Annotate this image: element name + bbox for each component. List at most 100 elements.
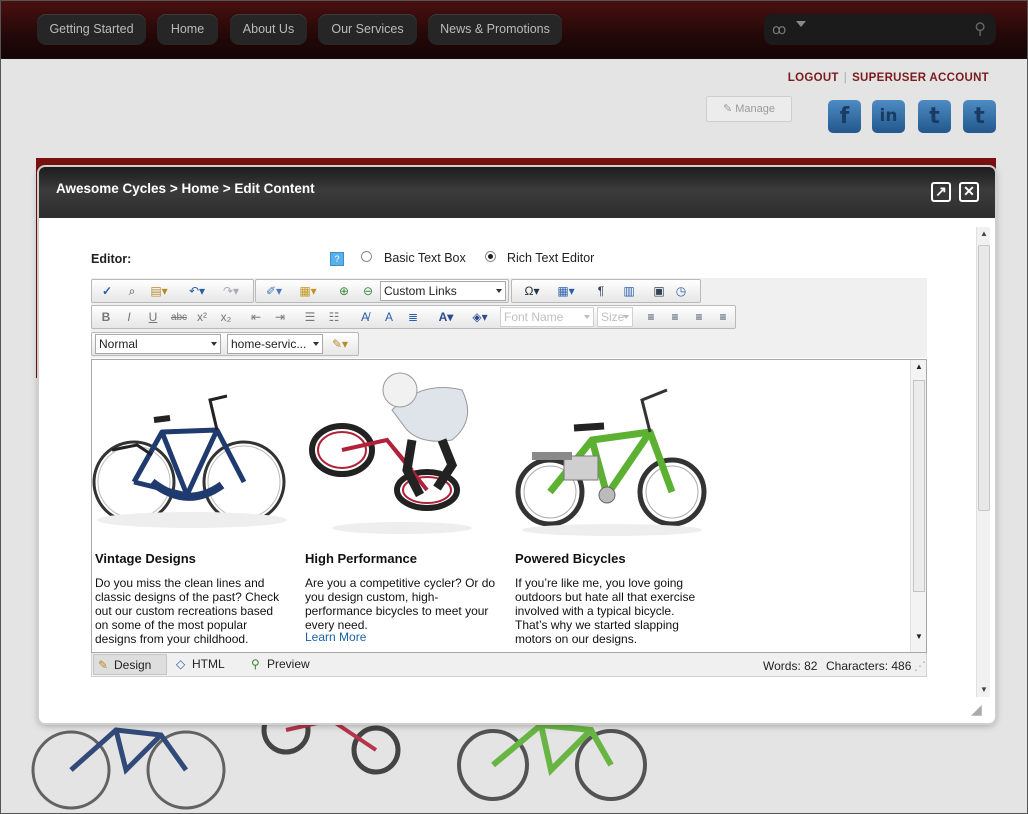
help-icon[interactable]: ?: [330, 252, 344, 266]
custom-links-dropdown[interactable]: Custom Links: [380, 281, 506, 301]
modal-resize-icon[interactable]: ◢: [971, 701, 982, 718]
indent-icon[interactable]: ⇥: [271, 309, 289, 326]
background-bikes-image: [31, 710, 647, 810]
toolbar-group-styles: Normal home-servic... ✎▾: [91, 332, 359, 356]
nav-home[interactable]: Home: [157, 14, 218, 45]
linkedin-icon[interactable]: in: [872, 100, 905, 133]
font-name-dropdown[interactable]: Font Name: [500, 307, 594, 327]
font-color-icon[interactable]: A▾: [432, 309, 460, 326]
paragraph-style-dropdown[interactable]: Normal: [95, 334, 221, 354]
electric-bike-image: [515, 388, 707, 536]
page-properties-icon[interactable]: ▣: [650, 283, 668, 300]
account-link[interactable]: SUPERUSER ACCOUNT: [852, 72, 989, 84]
maximize-icon[interactable]: ↗: [931, 182, 951, 202]
nav-our-services[interactable]: Our Services: [318, 14, 417, 45]
clock-icon[interactable]: ◷: [672, 283, 690, 300]
browser-frame: Getting Started Home About Us Our Servic…: [0, 0, 1028, 814]
strip-format-icon[interactable]: A̸: [356, 309, 374, 326]
design-tab[interactable]: ✎ Design: [93, 654, 167, 675]
rich-text-label[interactable]: Rich Text Editor: [507, 251, 594, 265]
italic-icon[interactable]: I: [121, 309, 137, 326]
justify-icon[interactable]: ≡: [714, 309, 732, 326]
html-tab[interactable]: ◇ HTML: [172, 654, 236, 675]
nav-about-us[interactable]: About Us: [230, 14, 307, 45]
unlink-icon[interactable]: ⊖: [358, 283, 378, 300]
bmx-rider-image: [309, 372, 472, 534]
search-box[interactable]: ꝏ ⚲: [764, 14, 996, 45]
insert-table-icon[interactable]: ▦▾: [552, 283, 580, 300]
numbered-list-icon[interactable]: ☰: [301, 309, 319, 326]
nav-news-promotions[interactable]: News & Promotions: [428, 14, 562, 45]
scroll-up-icon[interactable]: ▲: [980, 229, 988, 238]
bold-icon[interactable]: B: [98, 309, 114, 326]
scroll-down-icon[interactable]: ▼: [915, 632, 923, 641]
format-painter-icon[interactable]: ✐▾: [260, 283, 288, 300]
modal-title: Awesome Cycles > Home > Edit Content: [56, 181, 315, 196]
resize-handle-icon[interactable]: ⋰: [914, 659, 926, 673]
basic-text-label[interactable]: Basic Text Box: [384, 251, 466, 265]
redo-icon[interactable]: ↷▾: [218, 283, 244, 300]
align-left-icon[interactable]: ≡: [642, 309, 660, 326]
twitter-icon[interactable]: t: [963, 100, 996, 133]
scroll-up-icon[interactable]: ▲: [915, 362, 923, 371]
column-heading: High Performance: [305, 551, 417, 566]
dnn-logo-icon[interactable]: ꝏ: [772, 21, 786, 38]
manage-label: Manage: [735, 103, 776, 115]
rich-text-radio[interactable]: [485, 251, 496, 262]
editor-status-bar: ✎ Design ◇ HTML ⚲ Preview Words: 82 Charact…: [91, 653, 927, 677]
font-size-dropdown[interactable]: Size: [597, 307, 633, 327]
facebook-icon[interactable]: f: [828, 100, 861, 133]
logout-link[interactable]: LOGOUT: [788, 72, 839, 84]
align-format-icon[interactable]: ≣: [404, 309, 422, 326]
align-center-icon[interactable]: ≡: [666, 309, 684, 326]
content-scroll-thumb[interactable]: [913, 380, 925, 592]
special-chars-icon[interactable]: Ω▾: [518, 283, 546, 300]
content-scrollbar[interactable]: ▲ ▼: [910, 360, 926, 652]
column-body: If you’re like me, you love going outdoo…: [515, 576, 696, 646]
css-class-dropdown[interactable]: home-servic...: [227, 334, 323, 354]
code-icon: ◇: [176, 657, 186, 671]
top-nav-bar: Getting Started Home About Us Our Servic…: [1, 1, 1027, 59]
modal-header: Awesome Cycles > Home > Edit Content ↗ ✕: [39, 167, 995, 218]
hyperlink-icon[interactable]: ⊕: [334, 283, 354, 300]
media-manager-icon[interactable]: ▦▾: [294, 283, 322, 300]
basic-text-radio[interactable]: [361, 251, 372, 262]
outdent-icon[interactable]: ⇤: [247, 309, 265, 326]
chevron-down-icon: [496, 289, 502, 293]
nav-getting-started[interactable]: Getting Started: [37, 14, 146, 45]
bullet-list-icon[interactable]: ☷: [325, 309, 343, 326]
pencil-icon: ✎: [98, 658, 109, 672]
spellcheck-icon[interactable]: ✓: [97, 283, 117, 300]
column-body: Are you a competitive cycler? Or do you …: [305, 576, 496, 632]
subscript-icon[interactable]: x₂: [217, 309, 235, 326]
column-heading: Powered Bicycles: [515, 551, 626, 566]
paragraph-icon[interactable]: ¶: [590, 283, 612, 300]
toolbar-group-links: ✐▾ ▦▾ ⊕ ⊖ Custom Links: [255, 279, 509, 303]
scroll-down-icon[interactable]: ▼: [980, 685, 988, 694]
paste-icon[interactable]: ▤▾: [146, 283, 172, 300]
twitter-icon[interactable]: t: [918, 100, 951, 133]
scroll-thumb[interactable]: [978, 245, 990, 511]
clear-style-icon[interactable]: A: [380, 309, 398, 326]
chevron-down-icon[interactable]: [796, 21, 806, 27]
editor-toolbar: ✓ ⌕ ▤▾ ↶▾ ↷▾ ✐▾ ▦▾ ⊕ ⊖ Custom Links Ω▾ ▦…: [91, 278, 927, 358]
background-color-icon[interactable]: ◈▾: [466, 309, 494, 326]
modal-scrollbar[interactable]: ▲ ▼: [976, 227, 990, 697]
align-right-icon[interactable]: ≡: [690, 309, 708, 326]
editor-content-area[interactable]: Vintage Designs Do you miss the clean li…: [91, 359, 927, 653]
chevron-down-icon: [313, 342, 319, 346]
format-stripper-icon[interactable]: ✎▾: [326, 336, 354, 353]
learn-more-link[interactable]: Learn More: [305, 630, 366, 644]
strikethrough-icon[interactable]: abc: [169, 309, 189, 326]
toolbar-group-format: B I U abc x² x₂ ⇤ ⇥ ☰ ☷ A̸ A ≣ A▾ ◈▾ Fon…: [91, 305, 736, 329]
search-icon[interactable]: ⚲: [974, 19, 986, 39]
superscript-icon[interactable]: x²: [193, 309, 211, 326]
undo-icon[interactable]: ↶▾: [184, 283, 210, 300]
template-icon[interactable]: ▥: [620, 283, 638, 300]
underline-icon[interactable]: U: [145, 309, 161, 326]
preview-icon: ⚲: [251, 657, 260, 671]
close-icon[interactable]: ✕: [959, 182, 979, 202]
preview-tab[interactable]: ⚲ Preview: [247, 654, 321, 675]
manage-button[interactable]: ✎ Manage: [706, 96, 792, 122]
find-icon[interactable]: ⌕: [122, 283, 142, 300]
